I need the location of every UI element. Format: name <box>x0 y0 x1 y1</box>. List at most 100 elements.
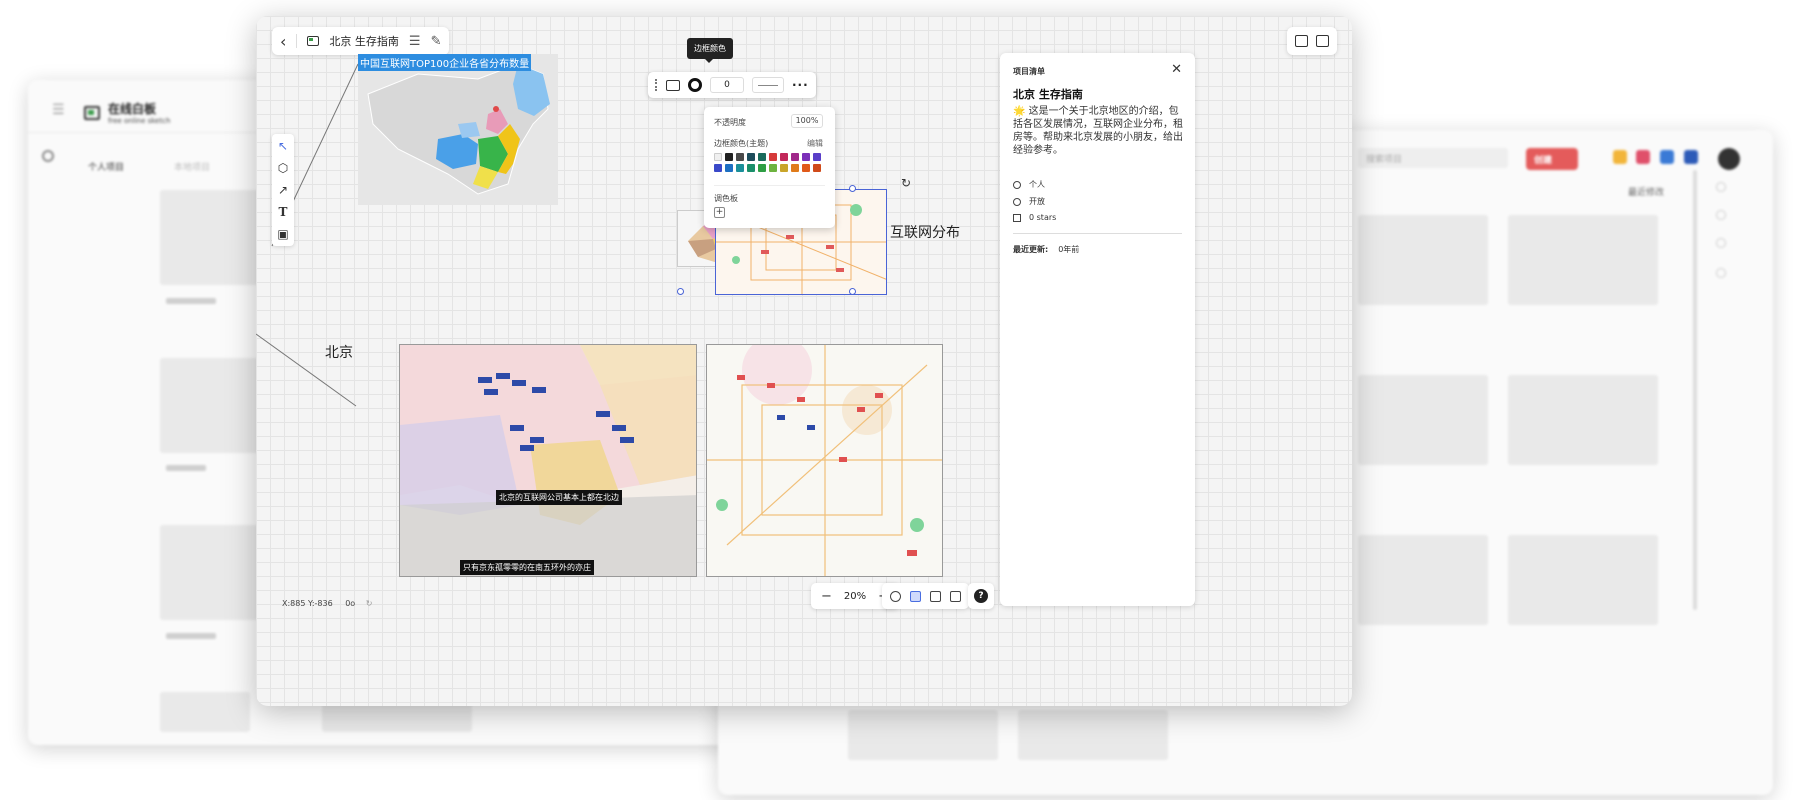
project-card-thumbnail[interactable] <box>1508 535 1658 625</box>
sort-latest[interactable]: 最近修改 <box>1628 185 1664 198</box>
china-map-image[interactable]: 中国互联网TOP100企业各省分布数量 <box>358 54 558 205</box>
help-button[interactable]: ? <box>968 583 994 609</box>
image-tool-icon[interactable]: ▣ <box>277 226 288 242</box>
present-icon[interactable] <box>1316 35 1329 47</box>
color-swatch[interactable] <box>736 164 744 172</box>
project-card-label <box>166 465 206 471</box>
color-swatch[interactable] <box>802 164 810 172</box>
color-swatch[interactable] <box>714 164 722 172</box>
sidebar-tool-icon[interactable] <box>1716 182 1726 192</box>
color-swatch[interactable] <box>736 153 744 161</box>
top-right-actions <box>1287 27 1337 55</box>
tab-local-projects[interactable]: 本地项目 <box>174 160 210 173</box>
dashboard-icon[interactable] <box>1684 150 1698 164</box>
close-icon[interactable]: ✕ <box>1171 62 1182 77</box>
color-swatch[interactable] <box>780 164 788 172</box>
stroke-style-select[interactable] <box>752 77 784 93</box>
drawing-toolbar: ↖ ⬡ ↗ T ▣ <box>272 134 294 246</box>
color-swatch[interactable] <box>758 164 766 172</box>
menu-icon[interactable]: ☰ <box>409 34 421 49</box>
rotate-handle-icon[interactable]: ↻ <box>901 176 911 190</box>
book-icon[interactable] <box>930 590 941 602</box>
locate-icon[interactable] <box>890 590 901 602</box>
color-swatch[interactable] <box>725 164 733 172</box>
beijing-district-map-image[interactable]: 北京的互联网公司基本上都在北边 只有京东孤零零的在南五环外的亦庄 <box>399 344 697 577</box>
drag-grip-icon[interactable] <box>655 79 658 91</box>
project-card-thumbnail[interactable] <box>1358 375 1488 465</box>
color-swatch[interactable] <box>725 153 733 161</box>
color-swatch[interactable] <box>769 164 777 172</box>
project-card-thumbnail[interactable] <box>1018 710 1168 760</box>
fullscreen-icon[interactable] <box>950 590 961 602</box>
text-tool-icon[interactable]: T <box>279 204 288 220</box>
color-swatch[interactable] <box>813 164 821 172</box>
opacity-label: 不透明度 <box>714 118 746 127</box>
visibility-row: 开放 <box>1013 196 1045 207</box>
power-icon[interactable] <box>1716 268 1726 278</box>
tab-personal-projects[interactable]: 个人项目 <box>88 160 124 173</box>
whiteboard-window: ‹ 北京 生存指南 ☰ ✎ ↖ ⬡ ↗ T ▣ 中国互联网TOP100企业各省分… <box>256 16 1352 706</box>
globe-icon[interactable] <box>42 150 54 162</box>
stroke-width-input[interactable]: 0 <box>710 77 744 93</box>
avatar[interactable] <box>1718 148 1740 170</box>
color-swatch[interactable] <box>813 153 821 161</box>
heart-icon[interactable] <box>1636 150 1650 164</box>
opacity-input[interactable]: 100% <box>791 114 823 128</box>
star-icon[interactable] <box>1716 210 1726 220</box>
caption-north[interactable]: 北京的互联网公司基本上都在北边 <box>496 490 622 505</box>
project-card-thumbnail[interactable] <box>160 358 260 453</box>
edit-theme-button[interactable]: 编辑 <box>807 138 823 149</box>
edit-icon[interactable]: ✎ <box>431 34 442 49</box>
more-options-icon[interactable]: ··· <box>792 78 809 92</box>
create-button[interactable]: 创建 <box>1526 148 1578 170</box>
color-swatch[interactable] <box>747 164 755 172</box>
resize-handle-top-right[interactable] <box>849 185 856 192</box>
color-swatch[interactable] <box>747 153 755 161</box>
mail-icon[interactable] <box>1660 150 1674 164</box>
export-icon[interactable] <box>1295 35 1308 47</box>
user-icon[interactable] <box>1716 238 1726 248</box>
project-card-thumbnail[interactable] <box>160 525 260 620</box>
project-card-thumbnail[interactable] <box>1508 215 1658 305</box>
beijing-street-map-image[interactable] <box>706 344 943 577</box>
owner-row: 个人 <box>1013 179 1045 190</box>
scrollbar[interactable] <box>1693 170 1697 610</box>
project-card-thumbnail[interactable] <box>1358 215 1488 305</box>
updated-label: 最近更新: <box>1013 245 1049 254</box>
color-swatch[interactable] <box>802 153 810 161</box>
caption-south[interactable]: 只有京东孤零零的在南五环外的亦庄 <box>460 560 594 575</box>
project-card-thumbnail[interactable] <box>1508 375 1658 465</box>
border-color-label: 边框颜色(主题) <box>714 139 769 148</box>
color-swatch[interactable] <box>714 153 722 161</box>
bell-icon[interactable] <box>1613 150 1627 164</box>
color-swatches <box>714 153 826 172</box>
shape-tool-icon[interactable]: ⬡ <box>278 160 288 176</box>
logo-subtitle: free online sketch <box>108 117 171 125</box>
project-card-thumbnail[interactable] <box>160 692 250 732</box>
resize-handle-bottom-left[interactable] <box>677 288 684 295</box>
divider <box>714 185 825 186</box>
owner-value: 个人 <box>1029 180 1045 189</box>
color-swatch[interactable] <box>791 153 799 161</box>
add-color-button[interactable]: + <box>714 207 725 218</box>
select-tool-icon[interactable]: ↖ <box>278 138 288 154</box>
color-swatch[interactable] <box>769 153 777 161</box>
back-icon[interactable]: ‹ <box>280 32 286 51</box>
visibility-value: 开放 <box>1029 197 1045 206</box>
project-card-thumbnail[interactable] <box>160 190 260 285</box>
label-internet-distribution[interactable]: 互联网分布 <box>890 222 960 242</box>
project-card-thumbnail[interactable] <box>1358 535 1488 625</box>
refresh-icon[interactable]: ↻ <box>366 599 373 608</box>
color-swatch[interactable] <box>791 164 799 172</box>
connector-tool-icon[interactable]: ↗ <box>278 182 288 198</box>
border-color-icon[interactable] <box>688 78 702 92</box>
grid-icon[interactable] <box>910 590 921 602</box>
label-beijing[interactable]: 北京 <box>325 342 353 362</box>
color-swatch[interactable] <box>780 153 788 161</box>
project-card-thumbnail[interactable] <box>848 710 998 760</box>
color-swatch[interactable] <box>758 153 766 161</box>
zoom-out-button[interactable]: − <box>821 589 832 604</box>
resize-handle-bottom-right[interactable] <box>849 288 856 295</box>
search-input[interactable]: 搜索项目 <box>1358 148 1508 168</box>
image-icon[interactable] <box>666 79 680 91</box>
